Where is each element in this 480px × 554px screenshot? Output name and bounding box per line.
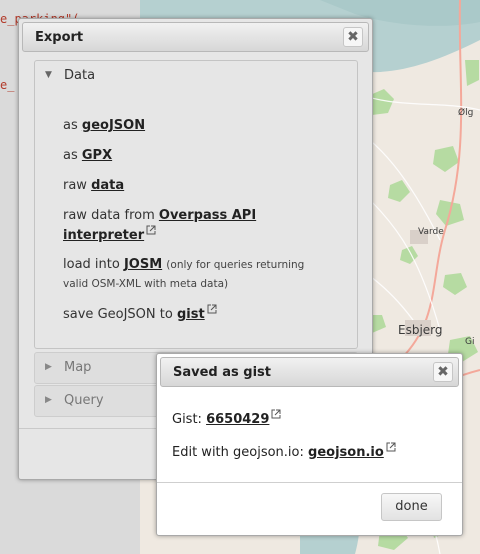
josm-link[interactable]: JOSM (124, 257, 162, 272)
accordion-label: Data (64, 68, 96, 83)
map-label-varde: Varde (418, 227, 444, 237)
geojson-link[interactable]: geoJSON (82, 118, 145, 133)
gist-close-button[interactable]: ✖ (433, 362, 453, 382)
external-link-icon (271, 409, 281, 419)
dialog-divider (157, 482, 462, 483)
export-raw-item: raw data (63, 176, 124, 195)
map-label-esbjerg: Esbjerg (398, 323, 443, 337)
data-export-panel: as geoJSON as GPX raw data raw data from… (34, 90, 358, 349)
geojson-io-row: Edit with geojson.io: geojson.io (172, 442, 396, 460)
edit-label: Edit with geojson.io: (172, 445, 304, 460)
external-link-icon (207, 304, 217, 314)
export-gpx-item: as GPX (63, 146, 112, 165)
export-josm-item: load into JOSM (only for queries returni… (63, 255, 318, 293)
map-label-gi: Gi (465, 337, 475, 347)
external-link-icon (386, 442, 396, 452)
item-prefix: raw data from (63, 208, 155, 223)
external-link-icon (146, 225, 156, 235)
export-geojson-item: as geoJSON (63, 116, 145, 135)
triangle-right-icon: ▶ (45, 395, 52, 405)
gist-dialog-title: Saved as gist (173, 365, 272, 380)
export-overpass-item: raw data from Overpass API interpreter (63, 206, 303, 245)
item-prefix: as (63, 148, 78, 163)
saved-as-gist-dialog: Saved as gist ✖ Gist: 6650429 Edit with … (156, 353, 463, 536)
triangle-down-icon: ▼ (45, 70, 52, 80)
export-titlebar[interactable]: Export ✖ (22, 22, 369, 52)
item-prefix: load into (63, 257, 120, 272)
accordion-label: Map (64, 360, 92, 375)
export-close-button[interactable]: ✖ (343, 27, 363, 47)
gpx-link[interactable]: GPX (82, 148, 112, 163)
item-prefix: save GeoJSON to (63, 307, 173, 322)
triangle-right-icon: ▶ (45, 362, 52, 372)
geojson-io-link[interactable]: geojson.io (308, 445, 384, 460)
accordion-header-data[interactable]: ▼ Data (34, 60, 358, 92)
export-gist-item: save GeoJSON to gist (63, 304, 217, 324)
gist-id-link[interactable]: 6650429 (206, 412, 269, 427)
item-prefix: raw (63, 178, 87, 193)
item-prefix: as (63, 118, 78, 133)
gist-titlebar[interactable]: Saved as gist ✖ (160, 357, 459, 387)
done-button[interactable]: done (381, 493, 442, 521)
code-line: e_ (0, 78, 15, 92)
raw-data-link[interactable]: data (91, 178, 124, 193)
map-label-olgod: Ølg (458, 108, 474, 118)
gist-label: Gist: (172, 412, 202, 427)
accordion-label: Query (64, 393, 104, 408)
gist-link[interactable]: gist (177, 307, 205, 322)
gist-id-row: Gist: 6650429 (172, 409, 281, 427)
export-title: Export (35, 30, 84, 45)
